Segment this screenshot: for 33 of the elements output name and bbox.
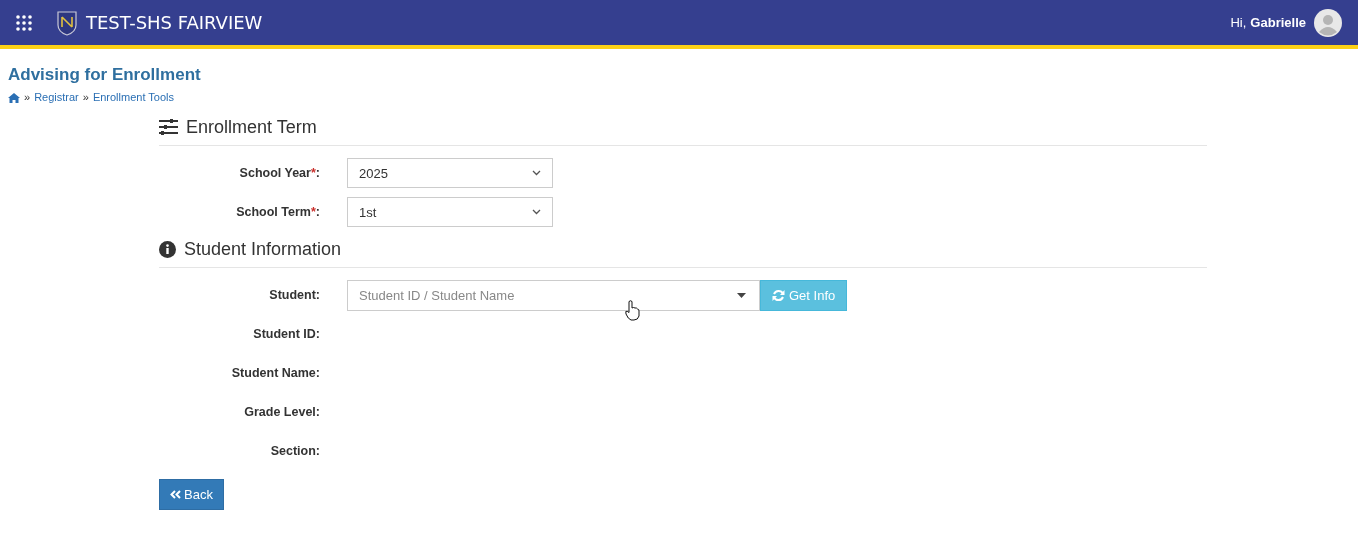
- greeting-text: Hi,: [1230, 13, 1247, 32]
- field-label: Student Name:: [230, 365, 320, 382]
- field-label: School Term*:: [235, 204, 320, 221]
- chevron-down-icon: [532, 209, 541, 216]
- field-label: Student ID:: [252, 326, 320, 343]
- breadcrumb-link[interactable]: Enrollment Tools: [92, 89, 174, 106]
- info-icon: [159, 240, 176, 258]
- chevron-down-icon: [532, 170, 541, 177]
- breadcrumb-link[interactable]: Registrar: [34, 89, 79, 106]
- page-title: Advising for Enrollment: [8, 65, 202, 86]
- field-label: Student:: [268, 287, 320, 304]
- field-label: Section:: [269, 443, 320, 460]
- brand-name[interactable]: TEST-SHS FAIRVIEW: [86, 9, 263, 36]
- hand-cursor-icon: [625, 299, 640, 321]
- section-title: Enrollment Term: [186, 115, 317, 139]
- select-field[interactable]: 1st: [347, 197, 553, 228]
- refresh-icon: [772, 288, 785, 302]
- student-search-field[interactable]: Student ID / Student Name: [347, 279, 760, 311]
- breadcrumb-separator: »: [82, 90, 89, 106]
- select-field[interactable]: 2025: [347, 158, 553, 189]
- breadcrumb-separator: »: [24, 90, 31, 106]
- apps-grid-icon[interactable]: [16, 14, 32, 31]
- back-button[interactable]: Back: [159, 478, 224, 511]
- shield-logo: [56, 9, 78, 36]
- avatar-icon[interactable]: [1314, 8, 1342, 37]
- dropdown-caret-icon: [737, 292, 746, 298]
- section-title: Student Information: [184, 237, 342, 261]
- field-label: Grade Level:: [243, 404, 320, 421]
- double-chevron-left-icon: [170, 490, 181, 500]
- user-name[interactable]: Gabrielle: [1250, 12, 1306, 33]
- home-icon[interactable]: [8, 92, 20, 103]
- field-label: School Year*:: [238, 165, 320, 182]
- sliders-icon: [159, 119, 178, 136]
